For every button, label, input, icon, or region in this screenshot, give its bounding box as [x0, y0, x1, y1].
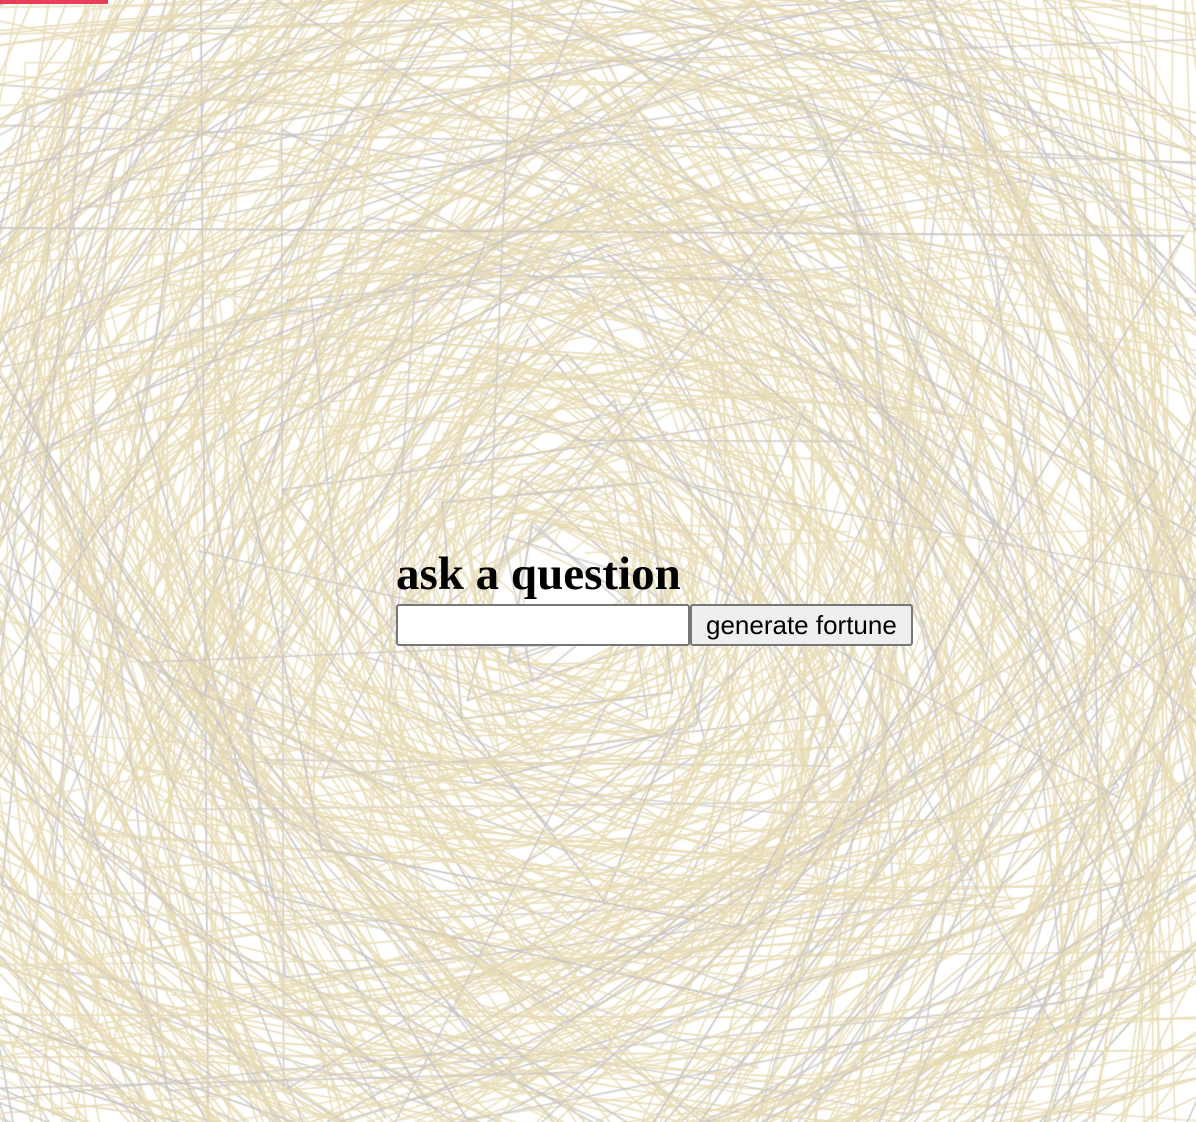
top-accent-bar: [0, 0, 108, 4]
page-title: ask a question: [396, 548, 681, 600]
question-input[interactable]: [396, 604, 690, 646]
form-row: generate fortune: [396, 604, 913, 646]
fortune-form: ask a question generate fortune: [396, 548, 913, 646]
generate-fortune-button[interactable]: generate fortune: [690, 604, 913, 646]
